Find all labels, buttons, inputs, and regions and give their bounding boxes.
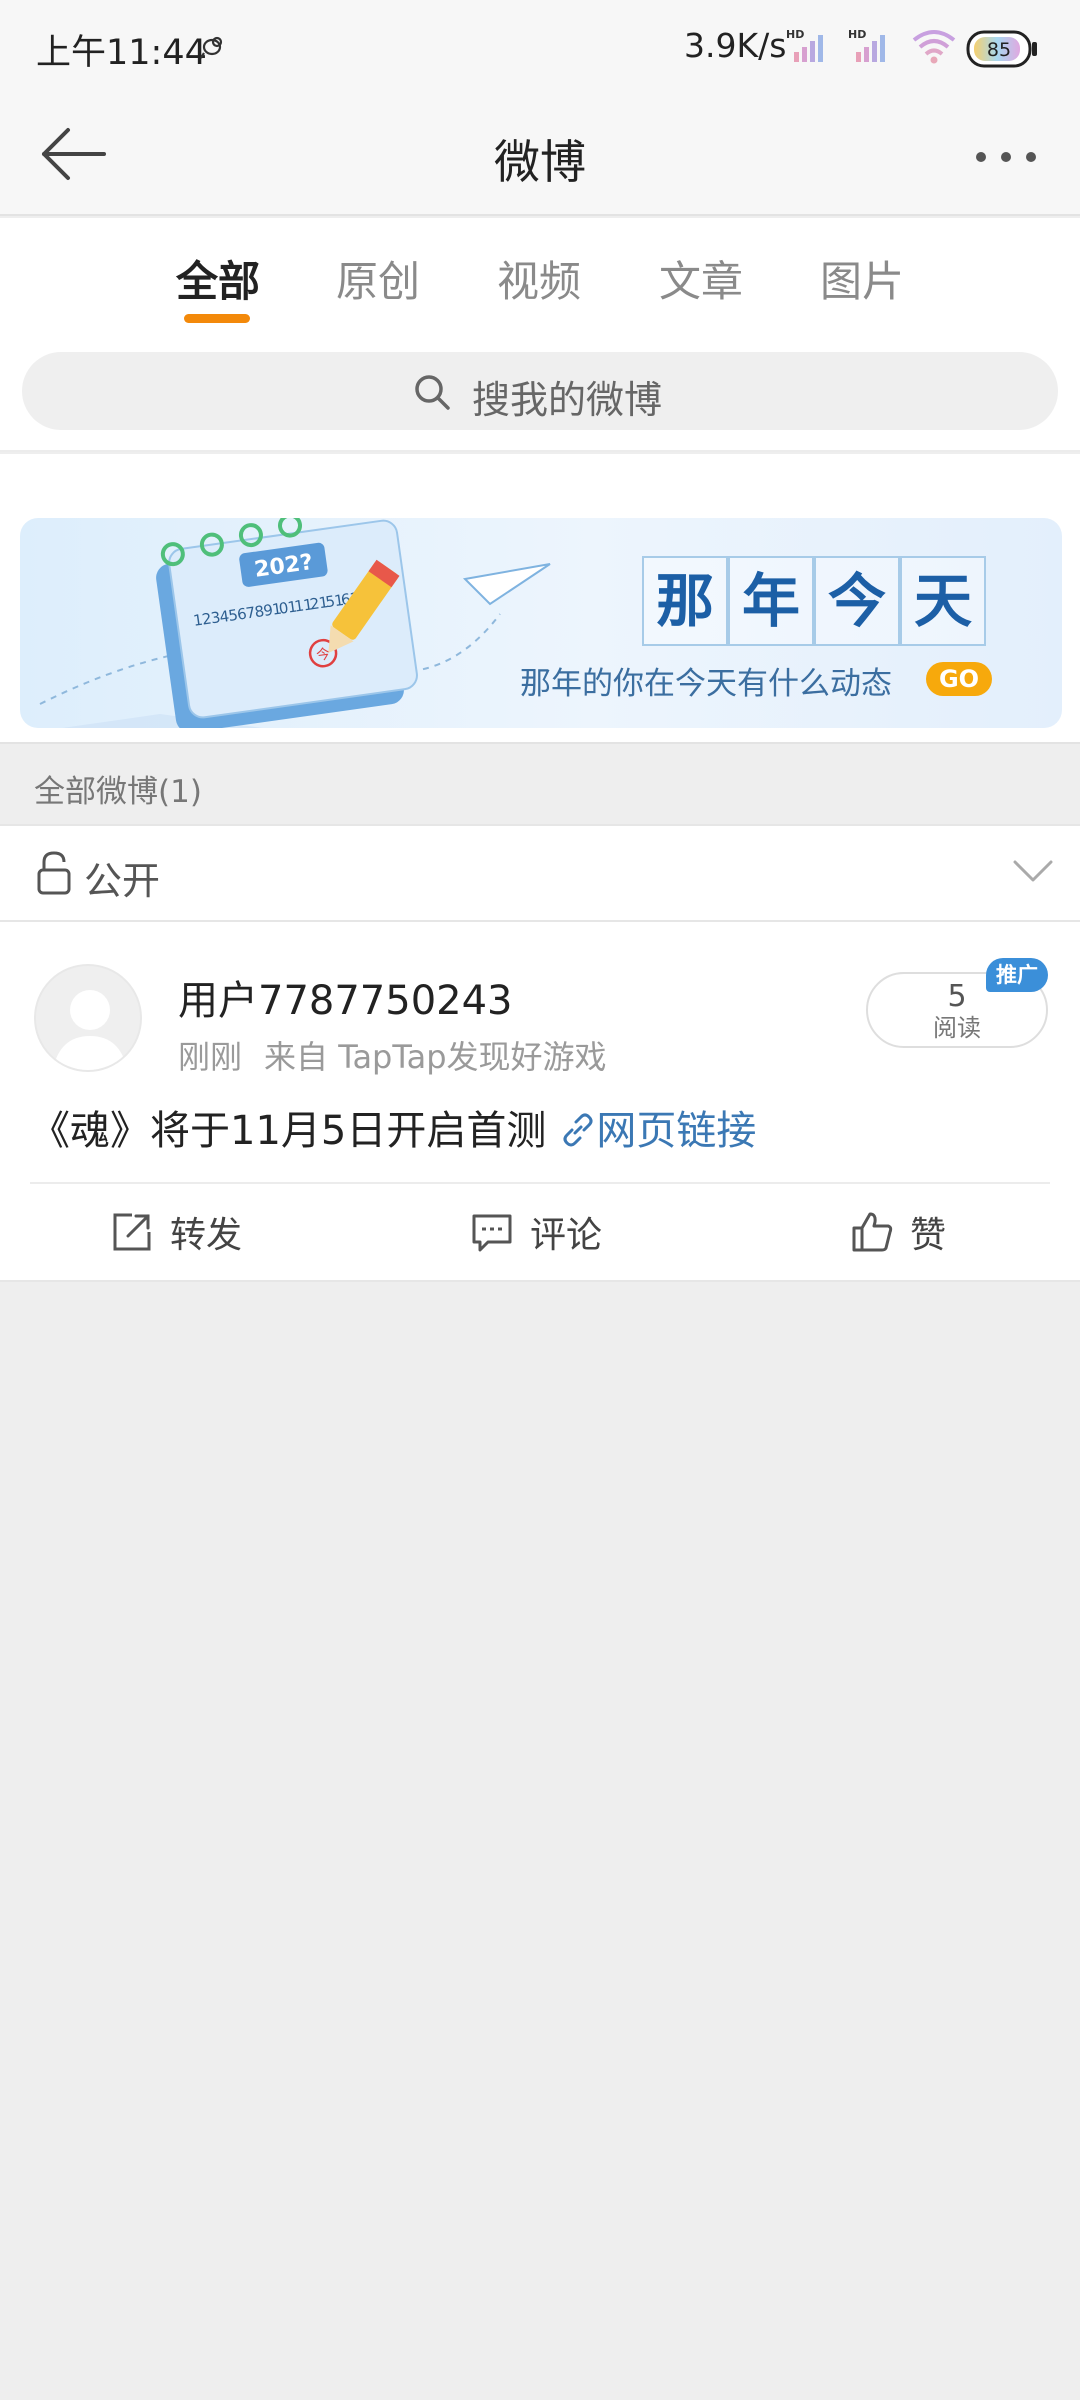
signal-icon: HD — [786, 28, 823, 62]
unlock-icon — [37, 851, 71, 895]
battery-icon: 85 — [966, 30, 1037, 68]
search-placeholder: 搜我的微博 — [472, 378, 663, 422]
network-speed: 3.9K/s — [684, 26, 787, 65]
section-header: 全部微博(1) — [0, 742, 1080, 824]
avatar[interactable] — [34, 964, 142, 1072]
post-username[interactable]: 用户7787750243 — [178, 968, 513, 1026]
banner-title-char: 天 — [900, 556, 986, 646]
battery-level: 85 — [987, 39, 1011, 61]
repost-label: 转发 — [170, 1215, 243, 1256]
visibility-filter[interactable]: 公开 — [0, 824, 1080, 922]
banner-title-char: 今 — [814, 556, 900, 646]
chevron-down-icon[interactable] — [1012, 858, 1054, 884]
status-bar: 上午11:44 3.9K/s HD HD 85 — [0, 0, 1080, 96]
web-link[interactable]: 网页链接 — [596, 1108, 756, 1154]
status-time: 上午11:44 — [36, 33, 207, 73]
signal-hd-label: HD — [786, 28, 804, 41]
search-section: 搜我的微博 — [0, 342, 1080, 452]
tab-article[interactable]: 文章 — [659, 248, 743, 309]
banner-section: 202? 1 2 3 4 5 6 7 8 9 10 11 12 15 16 19… — [0, 454, 1080, 742]
post-meta: 刚刚 来自 TapTap发现好游戏 — [178, 1032, 629, 1078]
section-count-label: 全部微博(1) — [34, 774, 202, 810]
comment-button[interactable]: 评论 — [470, 1202, 602, 1262]
banner-subtitle: 那年的你在今天有什么动态 — [520, 666, 892, 702]
repost-icon — [113, 1213, 151, 1251]
memories-banner[interactable]: 202? 1 2 3 4 5 6 7 8 9 10 11 12 15 16 19… — [20, 518, 1062, 728]
read-label: 阅读 — [933, 1014, 981, 1042]
like-label: 赞 — [910, 1215, 947, 1256]
search-input[interactable]: 搜我的微博 — [22, 352, 1058, 430]
banner-title-char: 那 — [642, 556, 728, 646]
comment-icon — [472, 1214, 512, 1252]
signal-icon-2: HD — [848, 28, 885, 62]
divider — [30, 1182, 1050, 1184]
go-button[interactable]: GO — [926, 662, 992, 696]
banner-title: 那 年 今 天 — [642, 556, 986, 646]
wifi-icon — [912, 30, 956, 64]
tab-indicator — [184, 314, 250, 323]
notification-bird-icon — [200, 36, 223, 59]
page-title: 微博 — [494, 135, 586, 189]
tab-original[interactable]: 原创 — [336, 248, 420, 309]
visibility-label: 公开 — [84, 859, 161, 903]
post-text: 《魂》将于11月5日开启首测 网页链接 — [30, 1098, 756, 1156]
filter-tabs: 全部 原创 视频 文章 图片 — [0, 218, 1080, 342]
post-card[interactable]: 用户7787750243 刚刚 来自 TapTap发现好游戏 5 阅读 推广 《魂… — [0, 922, 1080, 1282]
link-icon — [563, 1113, 593, 1147]
like-button[interactable]: 赞 — [850, 1202, 946, 1262]
comment-label: 评论 — [530, 1215, 603, 1256]
repost-button[interactable]: 转发 — [110, 1202, 242, 1262]
post-body: 《魂》将于11月5日开启首测 — [30, 1108, 547, 1154]
more-dots-icon[interactable] — [974, 150, 1038, 164]
calendar-illustration: 202? 1 2 3 4 5 6 7 8 9 10 11 12 15 16 19… — [39, 518, 551, 728]
nav-bar: 微博 — [0, 96, 1080, 216]
default-avatar-icon — [36, 966, 140, 1070]
tab-video[interactable]: 视频 — [497, 248, 581, 309]
post-source[interactable]: 来自 TapTap发现好游戏 — [264, 1038, 607, 1076]
promote-badge[interactable]: 推广 — [986, 958, 1048, 992]
tab-all[interactable]: 全部 — [176, 248, 260, 309]
post-time: 刚刚 — [178, 1038, 243, 1076]
signal-hd-label-2: HD — [848, 28, 866, 41]
like-icon — [852, 1212, 893, 1252]
banner-title-char: 年 — [728, 556, 814, 646]
tab-image[interactable]: 图片 — [820, 248, 904, 309]
search-icon — [415, 375, 450, 410]
